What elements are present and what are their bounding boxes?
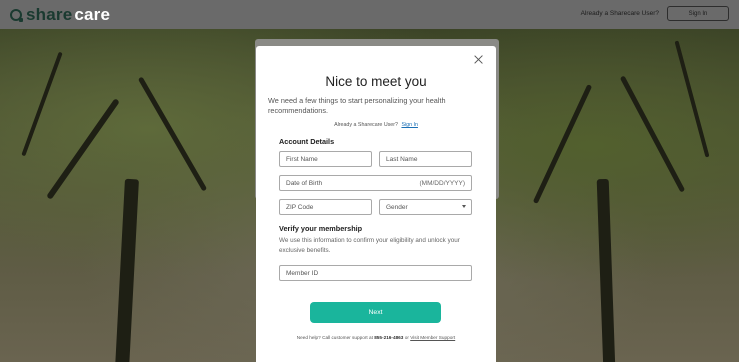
tree-branch [674, 40, 710, 158]
help-prefix: Need help? Call customer support at [296, 335, 373, 340]
last-name-input[interactable]: Last Name [379, 151, 472, 167]
tree-branch [532, 84, 593, 204]
zip-code-input[interactable]: ZIP Code [279, 199, 372, 215]
first-name-input[interactable]: First Name [279, 151, 372, 167]
zip-placeholder: ZIP Code [286, 203, 314, 211]
modal-subtitle: We need a few things to start personaliz… [268, 96, 446, 115]
tree-branch [619, 75, 686, 193]
already-user-text: Already a Sharecare User? [334, 122, 398, 128]
tree-branch [46, 98, 120, 200]
header-already-text: Already a Sharecare User? [580, 10, 659, 17]
tree-branch [21, 51, 63, 157]
dob-format-hint: (MM/DD/YYYY) [419, 179, 466, 187]
support-phone: 855-216-4863 [374, 335, 404, 340]
logo-suffix: care [74, 4, 111, 24]
header-sign-in-button[interactable]: Sign In [667, 6, 729, 21]
date-of-birth-input[interactable]: Date of Birth (MM/DD/YYYY) [279, 175, 472, 191]
logo-prefix: share [26, 4, 73, 24]
member-support-link[interactable]: Visit Member Support [410, 335, 455, 340]
membership-description: We use this information to confirm your … [279, 237, 460, 254]
last-name-placeholder: Last Name [386, 155, 418, 163]
sign-in-link[interactable]: Sign In [401, 122, 418, 128]
modal-title: Nice to meet you [325, 74, 427, 89]
signup-modal: Nice to meet you We need a few things to… [256, 46, 496, 362]
account-details-heading: Account Details [279, 137, 335, 146]
next-button[interactable]: Next [310, 302, 441, 323]
sharecare-logo-icon [10, 8, 23, 22]
gender-select[interactable]: Gender [379, 199, 472, 215]
member-id-input[interactable]: Member ID [279, 265, 472, 281]
member-id-placeholder: Member ID [286, 269, 319, 277]
close-icon[interactable] [474, 55, 484, 65]
already-user-line: Already a Sharecare User? Sign In [256, 122, 496, 128]
top-header: share care Already a Sharecare User? Sign… [0, 0, 739, 29]
tree-branch [137, 76, 208, 192]
header-actions: Already a Sharecare User? Sign In [581, 6, 729, 21]
tree-trunk [115, 178, 139, 362]
first-name-placeholder: First Name [286, 155, 318, 163]
sharecare-logo[interactable]: share care [10, 5, 110, 25]
verify-membership-heading: Verify your membership [279, 224, 363, 233]
gender-placeholder: Gender [386, 203, 408, 211]
tree-trunk [596, 178, 616, 362]
help-or: or [404, 335, 409, 340]
chevron-down-icon [462, 205, 466, 208]
dob-placeholder: Date of Birth [286, 179, 323, 187]
help-line: Need help? Call customer support at 855-… [256, 335, 496, 340]
